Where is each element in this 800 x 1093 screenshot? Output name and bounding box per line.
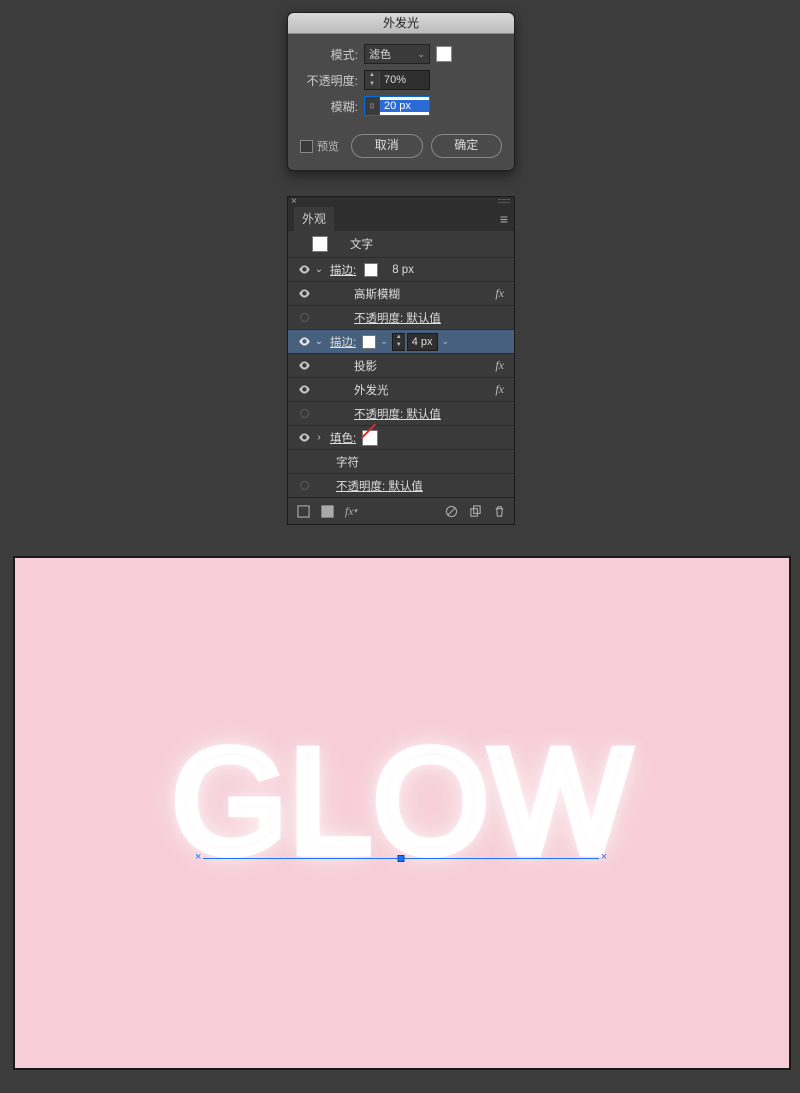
chevron-down-icon[interactable]: ⌄ (312, 264, 326, 275)
type-thumb-icon (312, 236, 328, 252)
stroke-swatch[interactable] (364, 263, 378, 277)
handle-icon[interactable]: × (601, 853, 607, 861)
duplicate-icon[interactable] (468, 504, 482, 518)
visibility-toggle[interactable] (296, 383, 312, 396)
artboard[interactable]: GLOW × × (13, 556, 791, 1070)
chevron-down-icon[interactable]: ⌄ (378, 336, 390, 347)
panel-footer: fx▾ (288, 497, 514, 524)
fill-row[interactable]: › 填色: (288, 425, 514, 449)
ok-button[interactable]: 确定 (431, 134, 503, 158)
opacity-label: 不透明度: 默认值 (336, 478, 423, 494)
fx-menu-icon[interactable]: fx▾ (344, 504, 358, 518)
center-handle-icon[interactable] (398, 855, 405, 862)
outer-glow-row[interactable]: 外发光 fx (288, 377, 514, 401)
blur-input[interactable]: 20 px (364, 96, 430, 116)
tab-appearance[interactable]: 外观 (294, 207, 334, 231)
panel-top-bar: × (288, 197, 514, 207)
visibility-toggle[interactable] (296, 311, 312, 324)
close-icon[interactable]: × (291, 197, 297, 207)
preview-checkbox[interactable]: 预览 (300, 138, 339, 154)
none-swatch-icon[interactable] (362, 430, 378, 446)
visibility-toggle[interactable] (296, 335, 312, 348)
characters-row[interactable]: 字符 (288, 449, 514, 473)
fx-icon[interactable]: fx (495, 286, 504, 301)
opacity-label: 不透明度: 默认值 (354, 310, 441, 326)
trash-icon[interactable] (492, 504, 506, 518)
blur-value: 20 px (380, 100, 429, 112)
appearance-panel: × 外观 ≡ 文字 ⌄ 描边: 8 px 高斯模糊 fx (287, 196, 515, 525)
opacity-label: 不透明度: (300, 72, 364, 89)
stroke-label: 描边: (330, 262, 356, 278)
visibility-toggle[interactable] (296, 359, 312, 372)
mode-select-value: 滤色 (369, 46, 391, 62)
glow-text[interactable]: GLOW (172, 728, 632, 876)
stroke-label: 描边: (330, 334, 356, 350)
checkbox-icon (300, 140, 313, 153)
link-icon (365, 97, 380, 115)
stroke-row-1[interactable]: ⌄ 描边: 8 px (288, 257, 514, 281)
chevron-down-icon[interactable]: ⌄ (312, 336, 326, 347)
visibility-toggle[interactable] (296, 407, 312, 420)
opacity-input[interactable]: ▲▼ 70% (364, 70, 430, 90)
stepper-icon[interactable]: ▲▼ (365, 71, 380, 89)
fx-icon[interactable]: fx (495, 382, 504, 397)
color-swatch[interactable] (436, 46, 452, 62)
effect-label: 高斯模糊 (354, 286, 400, 302)
effect-label: 外发光 (354, 382, 389, 398)
type-label: 文字 (350, 236, 373, 252)
cancel-button[interactable]: 取消 (351, 134, 423, 158)
panel-grip-icon[interactable] (498, 199, 510, 205)
chevron-down-icon[interactable]: ⌄ (440, 336, 452, 347)
handle-icon[interactable]: × (195, 853, 201, 861)
fx-icon[interactable]: fx (495, 358, 504, 373)
opacity-row-3[interactable]: 不透明度: 默认值 (288, 473, 514, 497)
chevron-down-icon: ⌄ (417, 49, 425, 60)
no-stroke-icon[interactable] (296, 504, 310, 518)
visibility-toggle[interactable] (296, 263, 312, 276)
gaussian-blur-row[interactable]: 高斯模糊 fx (288, 281, 514, 305)
target-type-row: 文字 (288, 231, 514, 257)
visibility-toggle[interactable] (296, 431, 312, 444)
mode-select[interactable]: 滤色 ⌄ (364, 44, 430, 64)
visibility-toggle[interactable] (296, 479, 312, 492)
outer-glow-dialog: 外发光 模式: 滤色 ⌄ 不透明度: ▲▼ 70% 模糊: 20 px (287, 12, 515, 171)
stepper-icon[interactable]: ▲▼ (392, 333, 405, 351)
stroke-row-2[interactable]: ⌄ 描边: ⌄ ▲▼ 4 px ⌄ (288, 329, 514, 353)
stroke-weight: 8 px (392, 264, 414, 276)
chevron-right-icon[interactable]: › (312, 432, 326, 443)
opacity-row-1[interactable]: 不透明度: 默认值 (288, 305, 514, 329)
blur-label: 模糊: (300, 98, 364, 115)
panel-menu-icon[interactable]: ≡ (494, 211, 514, 227)
clear-icon[interactable] (444, 504, 458, 518)
stroke-swatch[interactable] (362, 335, 376, 349)
visibility-toggle[interactable] (296, 287, 312, 300)
stroke-weight-field[interactable]: 4 px (407, 333, 438, 351)
opacity-label: 不透明度: 默认值 (354, 406, 441, 422)
mode-label: 模式: (300, 46, 364, 63)
preview-label: 预览 (317, 138, 339, 154)
effect-label: 投影 (354, 358, 377, 374)
dialog-title: 外发光 (288, 13, 514, 34)
fill-label: 填色: (330, 430, 356, 446)
fill-icon[interactable] (320, 504, 334, 518)
drop-shadow-row[interactable]: 投影 fx (288, 353, 514, 377)
char-label: 字符 (336, 454, 359, 470)
opacity-value: 70% (380, 74, 429, 86)
opacity-row-2[interactable]: 不透明度: 默认值 (288, 401, 514, 425)
